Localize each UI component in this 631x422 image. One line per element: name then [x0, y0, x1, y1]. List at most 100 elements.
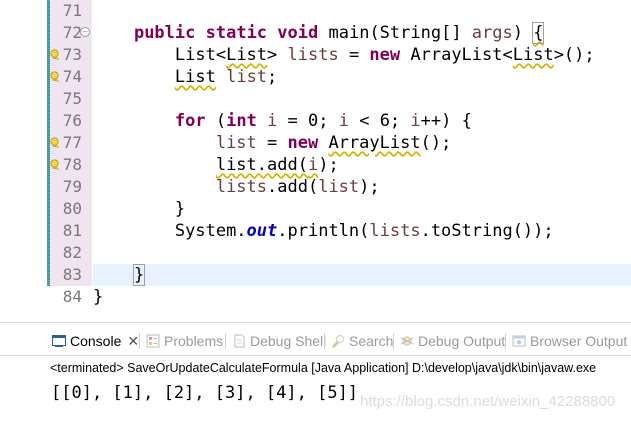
problems-icon — [146, 334, 160, 348]
tab-label: Debug Output — [418, 333, 506, 349]
code-line-74[interactable]: List list; — [93, 66, 631, 88]
code-text: (); — [420, 133, 452, 153]
code-text: ( — [205, 111, 227, 131]
code-text: List< — [174, 45, 227, 65]
tab-label: Console — [70, 333, 122, 349]
keyword-static: static — [205, 23, 268, 43]
line-number: 75 — [62, 89, 82, 108]
gutter-row[interactable]: 79 — [0, 176, 92, 198]
code-text: ArrayList< — [400, 45, 513, 65]
code-text: ); — [359, 177, 380, 197]
unchecked-call-warning: list.add( — [215, 155, 308, 175]
raw-type-warning: List — [512, 45, 554, 65]
close-icon[interactable]: ✕ — [127, 333, 139, 350]
gutter-row[interactable]: 84 — [0, 286, 92, 308]
var-lists: lists — [215, 177, 268, 197]
line-number: 80 — [62, 199, 82, 218]
gutter-row[interactable]: 71 — [0, 0, 92, 22]
code-editor[interactable]: 71 72–73 74 75 76 77 78 79 80 81 82 83 84 public sta… — [0, 0, 631, 318]
keyword-int: int — [226, 111, 257, 131]
gutter-row[interactable]: 74 — [0, 66, 92, 88]
code-text: ); — [318, 155, 339, 175]
tab-search[interactable]: Search — [331, 329, 393, 353]
warning-lightbulb-icon[interactable] — [49, 49, 60, 60]
code-line-76[interactable]: for (int i = 0; i < 6; i++) { — [93, 110, 631, 132]
code-line-83-current[interactable]: } — [93, 264, 631, 286]
code-text: = 0; — [277, 111, 339, 131]
gutter-row[interactable]: 76 — [0, 110, 92, 132]
gutter-row[interactable]: 73 — [0, 44, 92, 66]
line-number: 79 — [62, 177, 82, 196]
tab-label: Problems — [164, 333, 224, 349]
raw-type-warning: List — [226, 45, 268, 65]
var-i: i — [410, 111, 421, 131]
code-text: ; — [267, 67, 278, 87]
warning-lightbulb-icon[interactable] — [49, 71, 60, 82]
code-text: < 6; — [348, 111, 411, 131]
tab-label: Search — [349, 333, 394, 349]
method-signature: main(String[] — [328, 23, 472, 43]
gutter-row[interactable]: 72– — [0, 22, 92, 44]
code-line-82[interactable] — [93, 242, 631, 264]
warning-lightbulb-icon[interactable] — [49, 159, 60, 170]
keyword-new: new — [287, 133, 319, 153]
tab-separator — [225, 333, 226, 349]
tab-separator — [505, 333, 506, 349]
gutter-row[interactable]: 77 — [0, 132, 92, 154]
code-text: = — [338, 45, 370, 65]
var-list: list — [215, 133, 257, 153]
gutter-row[interactable]: 83 — [0, 264, 92, 286]
line-number: 84 — [62, 287, 82, 306]
keyword-public: public — [133, 23, 196, 43]
gutter-row[interactable]: 80 — [0, 198, 92, 220]
code-text: ++) { — [420, 111, 472, 131]
code-line-73[interactable]: List<List> lists = new ArrayList<List>()… — [93, 44, 631, 66]
gutter-row[interactable]: 75 — [0, 88, 92, 110]
console-process-description: <terminated> SaveOrUpdateCalculateFormul… — [50, 361, 597, 375]
console-icon — [52, 335, 66, 347]
var-lists: lists — [369, 221, 421, 241]
signature-tail: ) — [512, 23, 534, 43]
gutter-row[interactable]: 81 — [0, 220, 92, 242]
var-i: i — [267, 111, 278, 131]
code-line-84[interactable]: } — [93, 286, 631, 308]
gutter-row[interactable]: 78 — [0, 154, 92, 176]
var-list: list — [226, 67, 268, 87]
keyword-for: for — [174, 111, 206, 131]
code-line-79[interactable]: lists.add(list); — [93, 176, 631, 198]
code-line-71[interactable] — [93, 0, 631, 22]
tab-label: Debug Shell — [250, 333, 327, 349]
code-text: >(); — [553, 45, 595, 65]
view-tab-bar: Console ✕ Problems Debug Shell Search Debug O… — [0, 322, 631, 356]
warning-lightbulb-icon[interactable] — [49, 137, 60, 148]
closing-brace: } — [93, 287, 104, 307]
code-text: .println( — [277, 221, 370, 241]
code-text: = — [256, 133, 288, 153]
tab-debug-output[interactable]: Debug Output — [400, 329, 505, 353]
console-view: Console ✕ Problems Debug Shell Search Debug O… — [0, 322, 631, 422]
var-i: i — [307, 155, 319, 175]
line-number: 82 — [62, 243, 82, 262]
code-line-77[interactable]: list = new ArrayList(); — [93, 132, 631, 154]
code-line-78[interactable]: list.add(i); — [93, 154, 631, 176]
tab-console[interactable]: Console ✕ — [52, 329, 140, 353]
line-number: 83 — [62, 265, 82, 284]
code-line-80[interactable]: } — [93, 198, 631, 220]
console-output-text[interactable]: [[0], [1], [2], [3], [4], [5]] — [51, 382, 358, 404]
keyword-new: new — [369, 45, 401, 65]
code-line-75[interactable] — [93, 88, 631, 110]
code-line-72[interactable]: public static void main(String[] args) { — [93, 22, 631, 44]
param-args: args — [471, 23, 513, 43]
keyword-void: void — [277, 23, 319, 43]
tab-browser-output[interactable]: Browser Output — [512, 329, 627, 353]
var-list: list — [318, 177, 360, 197]
tab-debug-shell[interactable]: Debug Shell — [232, 329, 326, 353]
gutter-row[interactable]: 82 — [0, 242, 92, 264]
code-line-81[interactable]: System.out.println(lists.toString()); — [93, 220, 631, 242]
tab-separator — [393, 333, 394, 349]
tab-problems[interactable]: Problems — [146, 329, 223, 353]
fold-toggle-icon[interactable]: – — [80, 27, 90, 37]
tab-separator — [324, 333, 325, 349]
